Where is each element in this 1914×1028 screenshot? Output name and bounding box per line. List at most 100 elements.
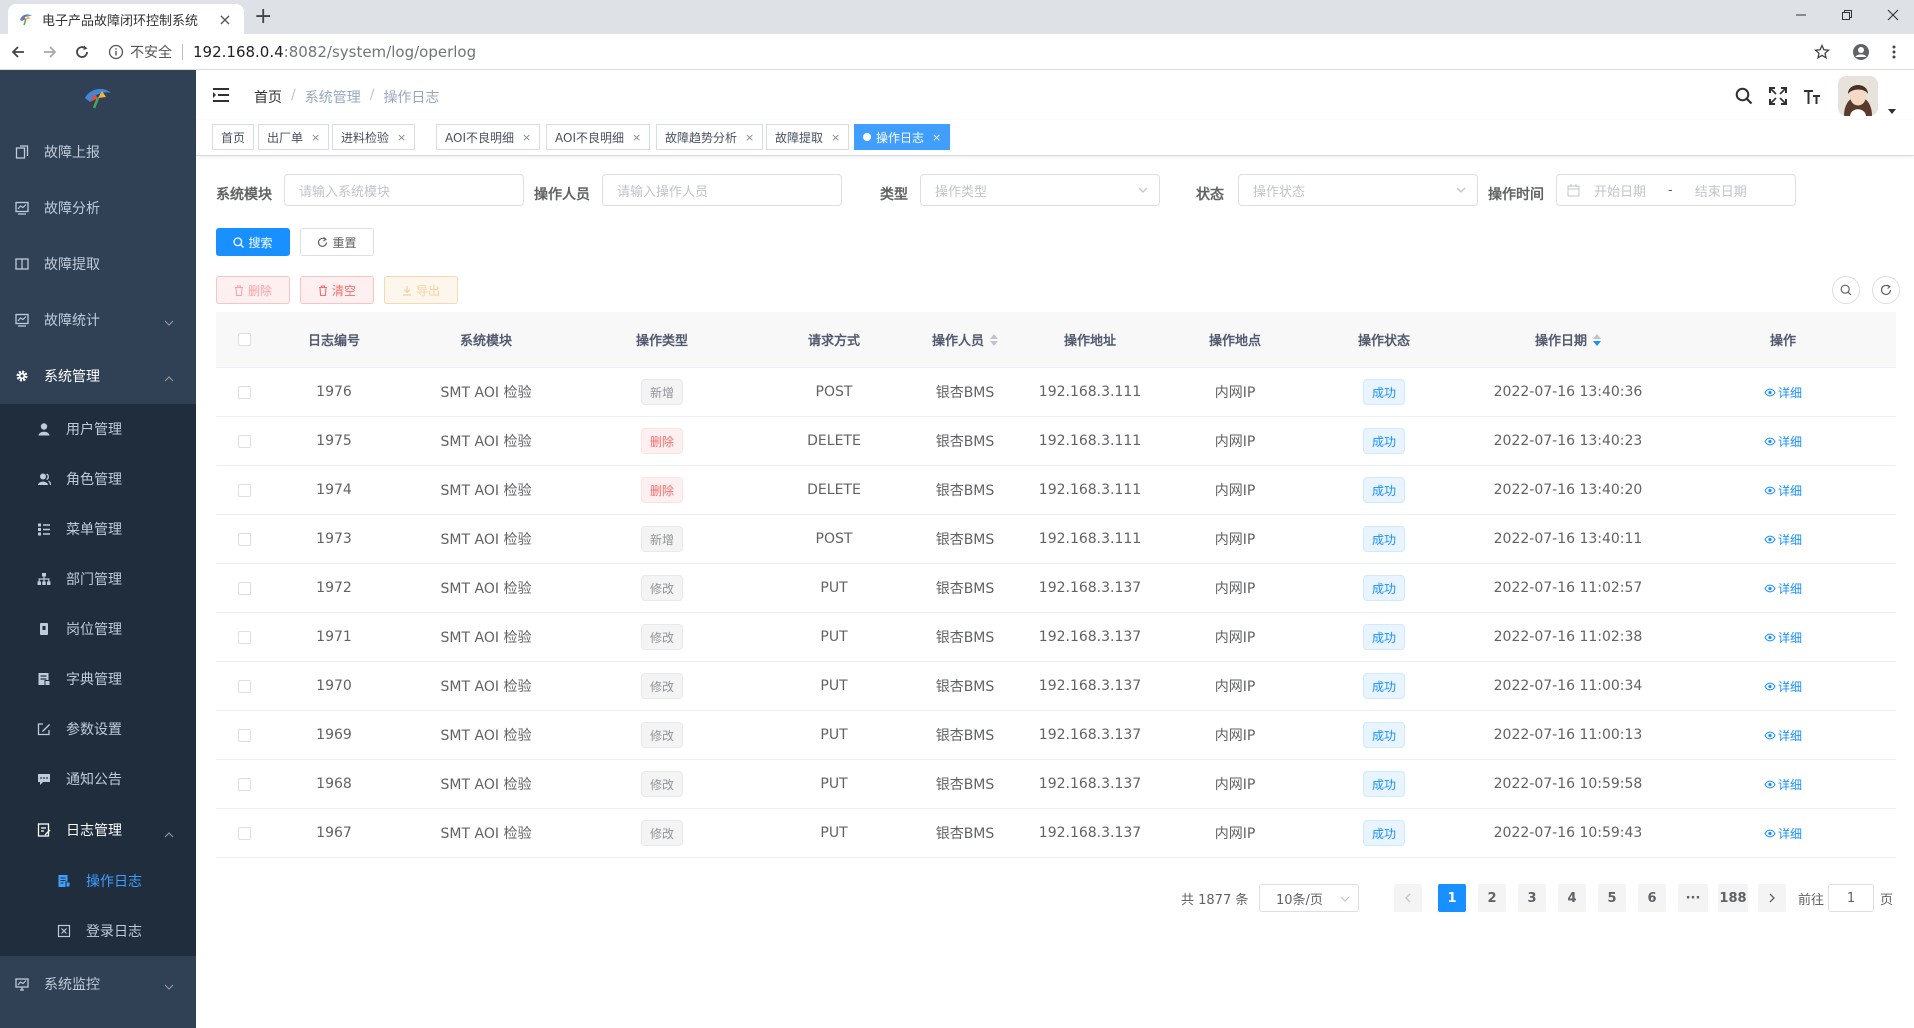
module-input[interactable]: 请输入系统模块: [284, 174, 524, 206]
sidebar-item-post-manage[interactable]: 岗位管理: [0, 604, 196, 654]
row-checkbox[interactable]: [237, 777, 251, 791]
prev-page-icon[interactable]: [1394, 884, 1422, 912]
export-button[interactable]: 导出: [384, 276, 458, 304]
start-date-placeholder[interactable]: 开始日期: [1594, 181, 1646, 200]
row-checkbox[interactable]: [237, 581, 251, 595]
refresh-table-icon[interactable]: [1872, 276, 1900, 304]
row-checkbox[interactable]: [237, 532, 251, 546]
delete-button[interactable]: 删除: [216, 276, 290, 304]
sort-caret-icon[interactable]: [1593, 333, 1601, 346]
close-icon[interactable]: ×: [397, 131, 406, 144]
detail-link[interactable]: 详细: [1764, 580, 1802, 597]
sidebar-item-role-manage[interactable]: 角色管理: [0, 454, 196, 504]
sidebar-item-fault-stats[interactable]: 故障统计: [0, 292, 196, 348]
table-row[interactable]: 1976 SMT AOI 检验 新增 POST 银杏BMS 192.168.3.111 内网…: [216, 368, 1896, 417]
table-row[interactable]: 1968 SMT AOI 检验 修改 PUT 银杏BMS 192.168.3.137 内网I…: [216, 760, 1896, 809]
forward-arrow-icon[interactable]: [38, 40, 62, 64]
close-tab-icon[interactable]: ×: [216, 10, 234, 29]
browser-menu-icon[interactable]: [1882, 40, 1906, 64]
reload-icon[interactable]: [70, 40, 94, 64]
close-icon[interactable]: ×: [745, 131, 754, 144]
page-button[interactable]: 5: [1598, 884, 1626, 912]
url-bar[interactable]: 不安全 192.168.0.4 :8082/system/log/operlog: [108, 38, 1788, 66]
page-button[interactable]: 1: [1438, 884, 1466, 912]
sidebar-item-fault-report[interactable]: 故障上报: [0, 124, 196, 180]
tag-5[interactable]: 故障趋势分析 ×: [656, 124, 764, 150]
detail-link[interactable]: 详细: [1764, 482, 1802, 499]
row-checkbox[interactable]: [237, 728, 251, 742]
info-icon[interactable]: [108, 44, 124, 60]
table-row[interactable]: 1967 SMT AOI 检验 修改 PUT 银杏BMS 192.168.3.137 内网I…: [216, 809, 1896, 858]
sidebar-item-system-manage[interactable]: 系统管理: [0, 348, 196, 404]
browser-tab[interactable]: 电子产品故障闭环控制系统 ×: [8, 4, 244, 34]
sidebar-item-config-manage[interactable]: 参数设置: [0, 704, 196, 754]
tag-4[interactable]: AOI不良明细 ×: [546, 124, 651, 150]
search-button[interactable]: 搜索: [216, 228, 290, 256]
sidebar-item-dept-manage[interactable]: 部门管理: [0, 554, 196, 604]
sidebar-item-notice-manage[interactable]: 通知公告: [0, 754, 196, 804]
more-pages-button[interactable]: ···: [1678, 884, 1708, 912]
tag-0[interactable]: 首页: [212, 124, 255, 150]
table-row[interactable]: 1969 SMT AOI 检验 修改 PUT 银杏BMS 192.168.3.137 内网I…: [216, 711, 1896, 760]
detail-link[interactable]: 详细: [1764, 825, 1802, 842]
next-page-icon[interactable]: [1758, 884, 1786, 912]
tag-7[interactable]: 操作日志 ×: [854, 124, 951, 150]
sidebar-item-fault-extract[interactable]: 故障提取: [0, 236, 196, 292]
row-checkbox[interactable]: [237, 483, 251, 497]
operator-input[interactable]: 请输入操作人员: [602, 174, 842, 206]
table-row[interactable]: 1975 SMT AOI 检验 删除 DELETE 银杏BMS 192.168.3.111…: [216, 417, 1896, 466]
tag-1[interactable]: 出厂单 ×: [258, 124, 330, 150]
row-checkbox[interactable]: [237, 385, 251, 399]
close-icon[interactable]: ×: [632, 131, 641, 144]
restore-window-icon[interactable]: [1824, 0, 1870, 30]
tag-2[interactable]: 进料检验 ×: [332, 124, 416, 150]
table-row[interactable]: 1974 SMT AOI 检验 删除 DELETE 银杏BMS 192.168.3.111…: [216, 466, 1896, 515]
sort-caret-icon[interactable]: [990, 333, 998, 346]
caret-down-icon[interactable]: [1888, 102, 1896, 118]
page-button[interactable]: 2: [1478, 884, 1506, 912]
status-select[interactable]: 操作状态: [1238, 174, 1478, 206]
table-row[interactable]: 1971 SMT AOI 检验 修改 PUT 银杏BMS 192.168.3.137 内网I…: [216, 613, 1896, 662]
table-row[interactable]: 1972 SMT AOI 检验 修改 PUT 银杏BMS 192.168.3.137 内网I…: [216, 564, 1896, 613]
sidebar-item-operlog[interactable]: 操作日志: [0, 856, 196, 906]
page-button[interactable]: 188: [1718, 884, 1748, 912]
close-icon[interactable]: ×: [831, 131, 840, 144]
detail-link[interactable]: 详细: [1764, 531, 1802, 548]
sidebar-item-dict-manage[interactable]: 字典管理: [0, 654, 196, 704]
clean-button[interactable]: 清空: [300, 276, 374, 304]
sidebar-item-menu-manage[interactable]: 菜单管理: [0, 504, 196, 554]
close-icon[interactable]: ×: [311, 131, 320, 144]
row-checkbox[interactable]: [237, 434, 251, 448]
sidebar-item-logininfor[interactable]: 登录日志: [0, 906, 196, 956]
sidebar-item-user-manage[interactable]: 用户管理: [0, 404, 196, 454]
detail-link[interactable]: 详细: [1764, 678, 1802, 695]
close-window-icon[interactable]: [1870, 0, 1914, 30]
select-all-checkbox[interactable]: [237, 333, 251, 346]
row-checkbox[interactable]: [237, 630, 251, 644]
avatar[interactable]: [1838, 76, 1878, 116]
row-checkbox[interactable]: [237, 679, 251, 693]
detail-link[interactable]: 详细: [1764, 727, 1802, 744]
font-size-icon[interactable]: [1802, 86, 1822, 106]
bookmark-star-icon[interactable]: [1810, 40, 1834, 64]
end-date-placeholder[interactable]: 结束日期: [1695, 181, 1747, 200]
search-icon[interactable]: [1734, 86, 1754, 106]
sidebar-item-log-manage[interactable]: 日志管理: [0, 804, 196, 856]
hamburger-icon[interactable]: [212, 86, 230, 104]
sidebar-item-fault-analysis[interactable]: 故障分析: [0, 180, 196, 236]
page-button[interactable]: 3: [1518, 884, 1546, 912]
goto-page-input[interactable]: 1: [1828, 884, 1874, 912]
date-range-picker[interactable]: 开始日期 - 结束日期: [1556, 174, 1796, 206]
row-checkbox[interactable]: [237, 826, 251, 840]
profile-icon[interactable]: [1849, 40, 1873, 64]
toggle-search-icon[interactable]: [1832, 276, 1860, 304]
tag-3[interactable]: AOI不良明细 ×: [436, 124, 541, 150]
back-arrow-icon[interactable]: [6, 40, 30, 64]
detail-link[interactable]: 详细: [1764, 629, 1802, 646]
page-button[interactable]: 4: [1558, 884, 1586, 912]
type-select[interactable]: 操作类型: [920, 174, 1160, 206]
minimize-window-icon[interactable]: [1778, 0, 1824, 30]
detail-link[interactable]: 详细: [1764, 433, 1802, 450]
sidebar-item-system-monitor[interactable]: 系统监控: [0, 956, 196, 1012]
col-header-time[interactable]: 操作日期: [1468, 330, 1668, 349]
